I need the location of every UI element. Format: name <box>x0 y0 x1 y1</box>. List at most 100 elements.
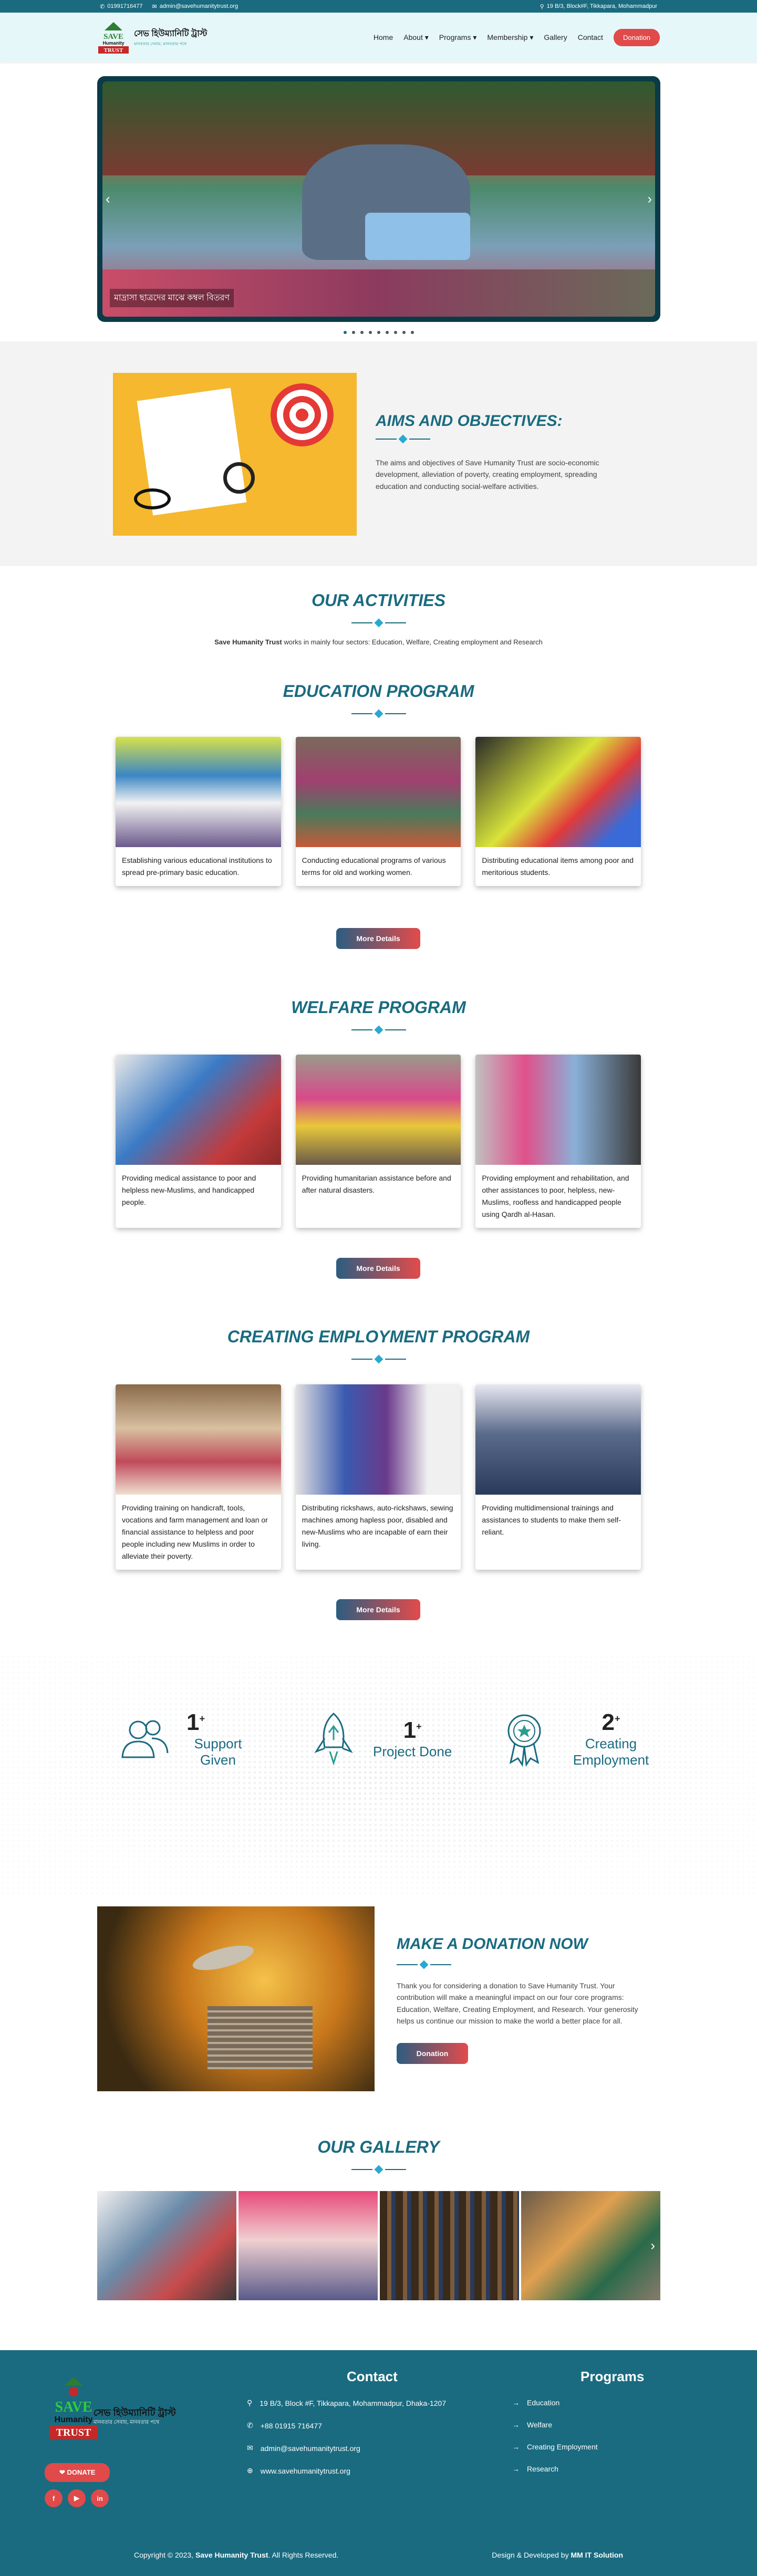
rocket-icon <box>314 1713 353 1766</box>
caret-down-icon: ▾ <box>473 33 477 41</box>
gallery-strip: › <box>97 2191 660 2300</box>
employment-more-button[interactable]: More Details <box>336 1599 420 1620</box>
slider-dot[interactable] <box>368 331 372 334</box>
caret-down-icon: ▾ <box>424 33 429 41</box>
stats-section: 1+ Support Given 1+ Project Done 2+ Creatin… <box>0 1654 757 1896</box>
arrow-right-icon: → <box>512 2421 520 2429</box>
arrow-right-icon: → <box>512 2398 520 2407</box>
phone-icon: ✆ <box>100 3 105 10</box>
footer-program-link[interactable]: → Welfare <box>512 2421 644 2429</box>
main-nav: SAVE Humanity TRUST সেভ হিউম্যানিটি ট্রা… <box>0 13 757 62</box>
mail-icon: ✉ <box>247 2444 253 2452</box>
activities-subtitle: Save Humanity Trust works in mainly four… <box>214 638 543 646</box>
location-pin-icon: ⚲ <box>247 2398 253 2407</box>
logo[interactable]: SAVE Humanity TRUST সেভ হিউম্যানিটি ট্রা… <box>97 20 207 55</box>
footer-program-link[interactable]: → Education <box>512 2398 644 2407</box>
developer-credit[interactable]: Design & Developed by MM IT Solution <box>492 2551 623 2559</box>
nav-gallery[interactable]: Gallery <box>544 33 567 41</box>
card-image <box>116 1384 281 1495</box>
card-image <box>295 1384 461 1495</box>
slider-dot[interactable] <box>360 331 364 334</box>
card-image <box>295 1055 461 1165</box>
gallery-image[interactable] <box>380 2191 519 2300</box>
footer-program-link[interactable]: → Research <box>512 2465 644 2473</box>
welfare-cards: Providing medical assistance to poor and… <box>116 1055 641 1228</box>
stat-employment: 2+ Creating Employment <box>498 1709 656 1768</box>
stat-support: 1+ Support Given <box>118 1709 250 1768</box>
slider-dot[interactable] <box>377 331 380 334</box>
gallery-image[interactable] <box>238 2191 378 2300</box>
users-icon <box>121 1720 169 1758</box>
title-divider <box>0 2165 757 2174</box>
welfare-more-button[interactable]: More Details <box>336 1258 420 1279</box>
stat-projects: 1+ Project Done <box>310 1709 452 1767</box>
education-title: EDUCATION PROGRAM <box>283 682 474 701</box>
youtube-icon[interactable]: ▶ <box>68 2489 86 2507</box>
svg-text:Humanity: Humanity <box>55 2415 93 2424</box>
donation-cta-button[interactable]: Donation <box>397 2043 468 2064</box>
address-contact: ⚲ 19 B/3, Block#F, Tikkapara, Mohammadpur <box>540 3 657 10</box>
footer-bottom-bar: Copyright © 2023, Save Humanity Trust. A… <box>0 2534 757 2576</box>
education-cards: Establishing various educational institu… <box>116 737 641 887</box>
program-card[interactable]: Providing humanitarian assistance before… <box>295 1055 461 1228</box>
nav-membership[interactable]: Membership ▾ <box>487 33 533 42</box>
gallery-next-icon[interactable]: › <box>650 2238 655 2254</box>
donation-image <box>97 1906 375 2091</box>
svg-text:TRUST: TRUST <box>56 2427 91 2438</box>
activities-title: OUR ACTIVITIES <box>312 591 445 610</box>
arrow-right-icon: → <box>512 2443 520 2451</box>
donation-title: MAKE A DONATION NOW <box>397 1935 588 1953</box>
donation-button[interactable]: Donation <box>613 28 660 46</box>
nav-about[interactable]: About ▾ <box>403 33 429 42</box>
program-card[interactable]: Providing multidimensional trainings and… <box>475 1384 641 1570</box>
footer-donate-button[interactable]: ❤ DONATE <box>45 2463 110 2482</box>
linkedin-icon[interactable]: in <box>91 2489 109 2507</box>
footer-program-link[interactable]: → Creating Employment <box>512 2443 644 2451</box>
footer-tagline: মানবতার সেবায়, মানবতার পথে <box>94 2419 160 2425</box>
card-image <box>116 737 281 847</box>
footer-email[interactable]: ✉ admin@savehumanitytrust.org <box>247 2444 446 2453</box>
program-card[interactable]: Distributing rickshaws, auto-rickshaws, … <box>295 1384 461 1570</box>
slider-prev-icon[interactable]: ‹ <box>106 191 110 207</box>
education-more-button[interactable]: More Details <box>336 928 420 949</box>
title-divider <box>0 618 757 628</box>
svg-text:SAVE: SAVE <box>103 33 123 41</box>
aims-text: The aims and objectives of Save Humanity… <box>376 458 599 491</box>
title-divider <box>0 709 757 718</box>
phone-contact[interactable]: ✆ 01991716477 <box>100 3 143 10</box>
footer-phone[interactable]: ✆ +88 01915 716477 <box>247 2421 446 2430</box>
slider-dot[interactable] <box>343 331 347 334</box>
slider-dot[interactable] <box>402 331 406 334</box>
nav-contact[interactable]: Contact <box>578 33 603 41</box>
brand-name: সেভ হিউম্যানিটি ট্রাস্ট <box>134 29 208 38</box>
aims-title: AIMS AND OBJECTIVES: <box>376 412 563 430</box>
program-card[interactable]: Providing training on handicraft, tools,… <box>116 1384 281 1570</box>
slider-dots <box>0 331 757 334</box>
gallery-image[interactable] <box>97 2191 236 2300</box>
employment-title: CREATING EMPLOYMENT PROGRAM <box>227 1327 530 1346</box>
program-card[interactable]: Providing employment and rehabilitation,… <box>475 1055 641 1228</box>
nav-programs[interactable]: Programs ▾ <box>439 33 477 42</box>
mail-icon: ✉ <box>152 3 157 10</box>
program-card[interactable]: Distributing educational items among poo… <box>475 737 641 887</box>
gallery-image[interactable]: › <box>521 2191 660 2300</box>
slider-dot[interactable] <box>393 331 397 334</box>
footer-website[interactable]: ⊕ www.savehumanitytrust.org <box>247 2466 446 2475</box>
program-card[interactable]: Providing medical assistance to poor and… <box>116 1055 281 1228</box>
donation-text: Thank you for considering a donation to … <box>397 1981 638 2026</box>
slider-dot[interactable] <box>410 331 414 334</box>
slider-next-icon[interactable]: › <box>647 191 652 207</box>
slider-dot[interactable] <box>385 331 389 334</box>
facebook-icon[interactable]: f <box>45 2489 63 2507</box>
award-icon <box>507 1714 541 1767</box>
aims-section: AIMS AND OBJECTIVES: The aims and object… <box>0 341 757 566</box>
card-image <box>475 1055 641 1165</box>
program-card[interactable]: Establishing various educational institu… <box>116 737 281 887</box>
location-pin-icon: ⚲ <box>540 3 544 10</box>
nav-home[interactable]: Home <box>374 33 393 41</box>
program-card[interactable]: Conducting educational programs of vario… <box>295 737 461 887</box>
social-links: f ▶ in <box>45 2489 110 2507</box>
nav-menu: Home About ▾ Programs ▾ Membership ▾ Gal… <box>374 28 660 46</box>
slider-dot[interactable] <box>351 331 355 334</box>
email-contact[interactable]: ✉ admin@savehumanitytrust.org <box>152 3 238 10</box>
